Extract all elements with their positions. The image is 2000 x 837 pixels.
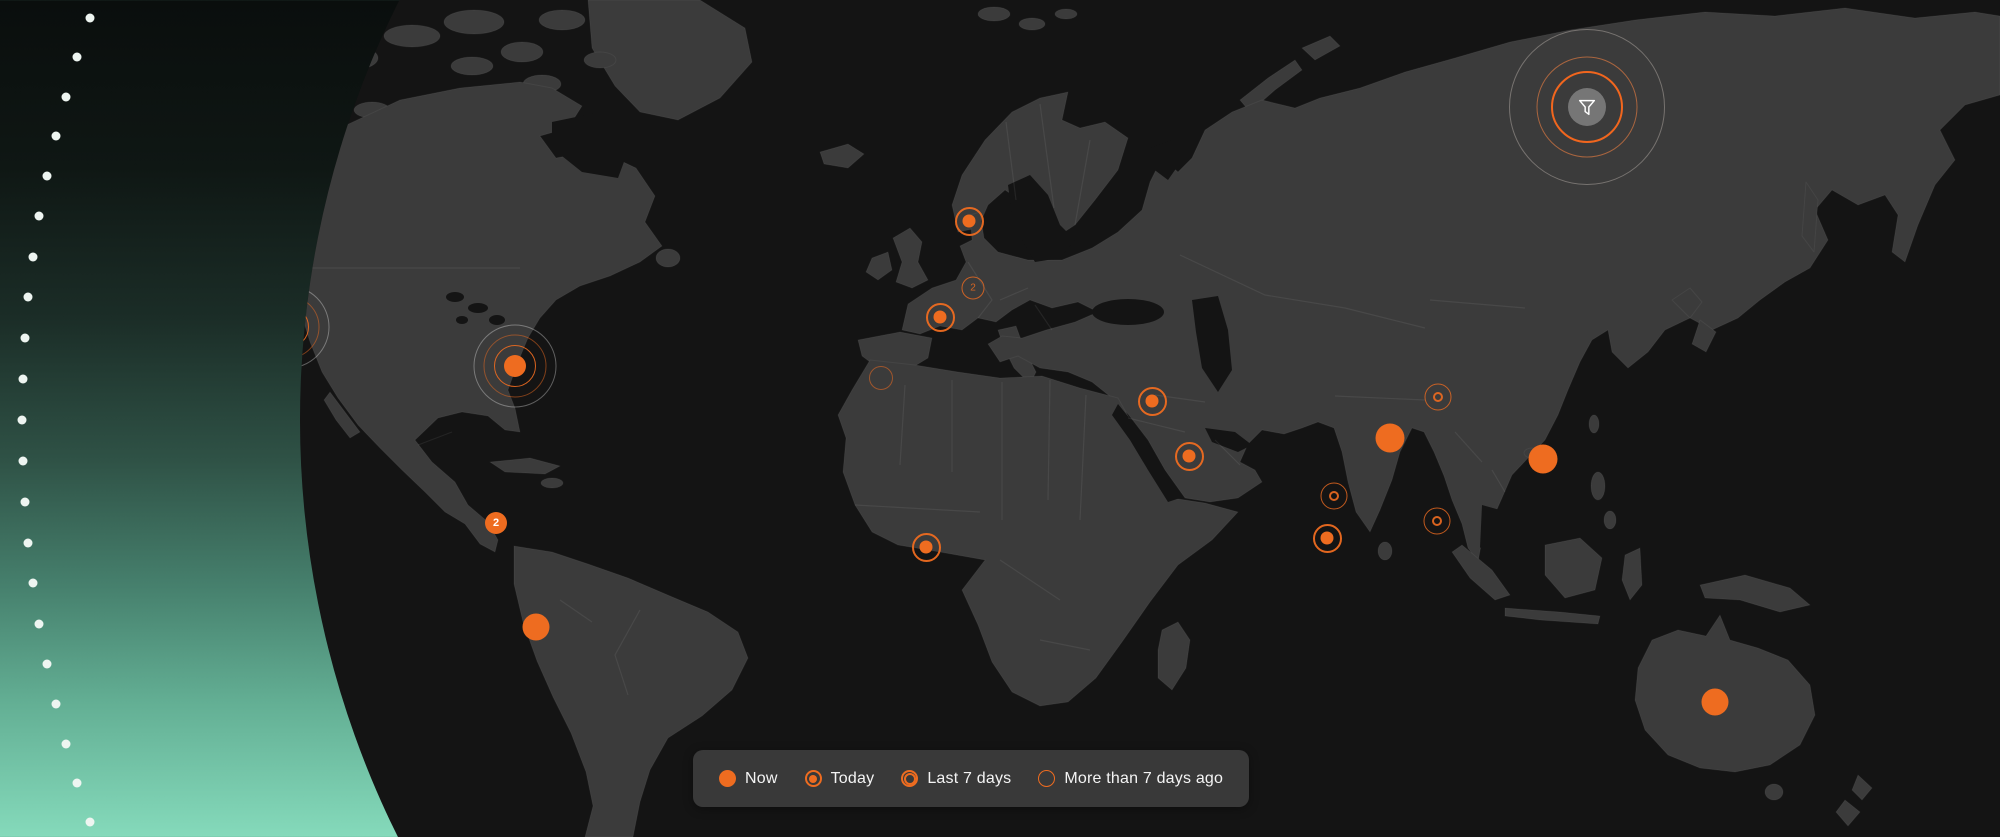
- map-marker-south-china[interactable]: [1529, 445, 1558, 474]
- pulse-outer-ring: [474, 325, 557, 408]
- arc-dot: [61, 739, 70, 748]
- map-marker-central-america[interactable]: 2: [485, 512, 507, 534]
- legend-item-older: More than 7 days ago: [1038, 770, 1223, 788]
- map-marker-himalaya[interactable]: [1433, 392, 1443, 402]
- marker-layer: 22: [300, 0, 2000, 837]
- now-marker-icon: [719, 770, 736, 787]
- arc-dot: [35, 212, 44, 221]
- arc-dot: [18, 416, 27, 425]
- legend-label: More than 7 days ago: [1064, 770, 1223, 788]
- legend-item-today: Today: [805, 770, 875, 788]
- map-marker-australia[interactable]: [1702, 689, 1729, 716]
- arc-dot: [24, 538, 33, 547]
- arc-dot: [73, 778, 82, 787]
- map-marker-sri-lanka-sea[interactable]: [1321, 532, 1334, 545]
- arc-dot: [42, 172, 51, 181]
- arc-dot: [24, 293, 33, 302]
- legend-item-last-7-days: Last 7 days: [901, 770, 1011, 788]
- map-marker-south-india-sea[interactable]: [1329, 491, 1339, 501]
- pulse-outer-ring: [300, 286, 330, 369]
- map-marker-us-east-coast[interactable]: [504, 355, 526, 377]
- arc-dot: [29, 579, 38, 588]
- map-stage: 22: [300, 0, 2000, 837]
- map-legend: Now Today Last 7 days More than 7 days a…: [693, 750, 1249, 807]
- map-marker-gulf-of-guinea[interactable]: [920, 541, 933, 554]
- last-7-days-marker-icon: [901, 770, 918, 787]
- map-marker-central-europe[interactable]: 2: [962, 277, 985, 300]
- filter-button[interactable]: [1568, 88, 1606, 126]
- arc-dot: [20, 334, 29, 343]
- today-marker-icon: [805, 770, 822, 787]
- arc-dot: [20, 497, 29, 506]
- map-marker-india[interactable]: [1376, 424, 1405, 453]
- older-marker-icon: [1038, 770, 1055, 787]
- arc-dot: [35, 619, 44, 628]
- arc-dot: [42, 659, 51, 668]
- legend-label: Today: [831, 770, 875, 788]
- arc-dot: [73, 53, 82, 62]
- legend-label: Now: [745, 770, 778, 788]
- legend-item-now: Now: [719, 770, 778, 788]
- filter-icon: [1576, 96, 1598, 118]
- arc-dot: [18, 456, 27, 465]
- arc-dot: [86, 14, 95, 23]
- map-marker-morocco-coast[interactable]: [869, 366, 893, 390]
- legend-label: Last 7 days: [927, 770, 1011, 788]
- arc-dot: [51, 132, 60, 141]
- map-marker-denmark[interactable]: [963, 215, 976, 228]
- arc-dot: [18, 375, 27, 384]
- map-marker-iraq[interactable]: [1146, 395, 1159, 408]
- map-marker-peru[interactable]: [523, 614, 550, 641]
- map-marker-saudi-arabia[interactable]: [1183, 450, 1196, 463]
- map-globe-container: 22: [300, 0, 2000, 837]
- arc-dot: [29, 252, 38, 261]
- map-marker-south-france[interactable]: [934, 311, 947, 324]
- arc-dot: [86, 817, 95, 826]
- arc-dot: [51, 699, 60, 708]
- arc-dot: [61, 92, 70, 101]
- map-marker-andaman[interactable]: [1432, 516, 1442, 526]
